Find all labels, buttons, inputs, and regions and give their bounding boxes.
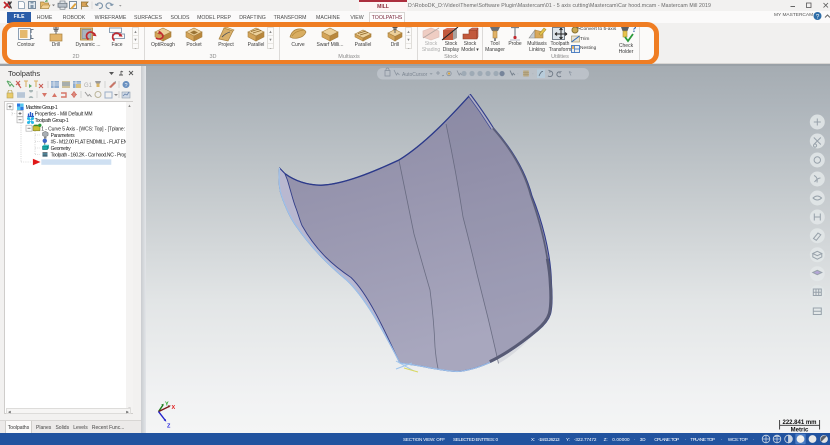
svg-text:Properties - Mill Default MM: Properties - Mill Default MM	[35, 112, 93, 118]
svg-text:·: ·	[532, 72, 534, 78]
svg-text:SURFACES: SURFACES	[134, 15, 163, 21]
svg-text:Z:: Z:	[604, 437, 608, 442]
svg-text:VIEW: VIEW	[350, 15, 363, 21]
svg-text:SELECTED ENTITIES: 0: SELECTED ENTITIES: 0	[453, 437, 498, 442]
svg-text:ROBODK: ROBODK	[63, 15, 86, 21]
svg-text:TRANSFORM: TRANSFORM	[274, 15, 307, 21]
svg-text:Z: Z	[167, 424, 171, 430]
svg-text:CPLANE: TOP: CPLANE: TOP	[654, 437, 679, 442]
svg-text:X: X	[172, 405, 176, 411]
svg-text:#5 - M12.00 FLAT ENDMILL - FLA: #5 - M12.00 FLAT ENDMILL - FLAT END	[51, 139, 126, 145]
svg-text:222.841 mm: 222.841 mm	[782, 420, 816, 426]
svg-text:MODEL PREP: MODEL PREP	[197, 15, 231, 21]
svg-text:1 - Curve 5 Axis - [WCS: Top]: 1 - Curve 5 Axis - [WCS: Top] - [Tplane:…	[41, 126, 126, 132]
svg-text:-1843.26213: -1843.26213	[538, 437, 560, 442]
svg-text:Toolpath - 160.2K - Car hood.N: Toolpath - 160.2K - Car hood.NC - Prog	[51, 152, 126, 158]
svg-text:Y:: Y:	[566, 437, 570, 442]
svg-text:TOOLPATHS: TOOLPATHS	[372, 15, 403, 21]
svg-text:·: ·	[685, 437, 687, 442]
svg-text:SOLIDS: SOLIDS	[170, 15, 190, 21]
svg-text:WIREFRAME: WIREFRAME	[95, 15, 127, 21]
svg-text:·: ·	[753, 437, 755, 442]
svg-text:WCS: TOP: WCS: TOP	[728, 437, 748, 442]
svg-text:HOME: HOME	[37, 15, 53, 21]
svg-text:-322.77472: -322.77472	[574, 437, 597, 442]
svg-text:0.00000: 0.00000	[612, 437, 630, 442]
svg-text:?: ?	[816, 13, 820, 20]
svg-text:DRAFTING: DRAFTING	[239, 15, 266, 21]
svg-text:Geometry: Geometry	[51, 146, 72, 152]
svg-text:X:: X:	[531, 437, 535, 442]
svg-text:G1: G1	[84, 83, 93, 89]
svg-text:AutoCursor: AutoCursor	[402, 72, 428, 78]
svg-text:TPLANE: TOP: TPLANE: TOP	[690, 437, 715, 442]
svg-text:3D: 3D	[640, 437, 647, 442]
svg-text:MACHINE: MACHINE	[316, 15, 340, 21]
svg-text:SECTION VIEW: OFF: SECTION VIEW: OFF	[403, 437, 445, 442]
svg-text:Y: Y	[165, 402, 169, 408]
svg-text:?: ?	[124, 83, 127, 89]
svg-text:·: ·	[721, 437, 723, 442]
svg-text:Parameters: Parameters	[51, 133, 76, 139]
svg-text:Machine Group-1: Machine Group-1	[26, 105, 58, 111]
svg-text:·: ·	[517, 72, 519, 78]
svg-text:Toolpath Group-1: Toolpath Group-1	[35, 118, 69, 124]
svg-text:·: ·	[634, 437, 636, 442]
